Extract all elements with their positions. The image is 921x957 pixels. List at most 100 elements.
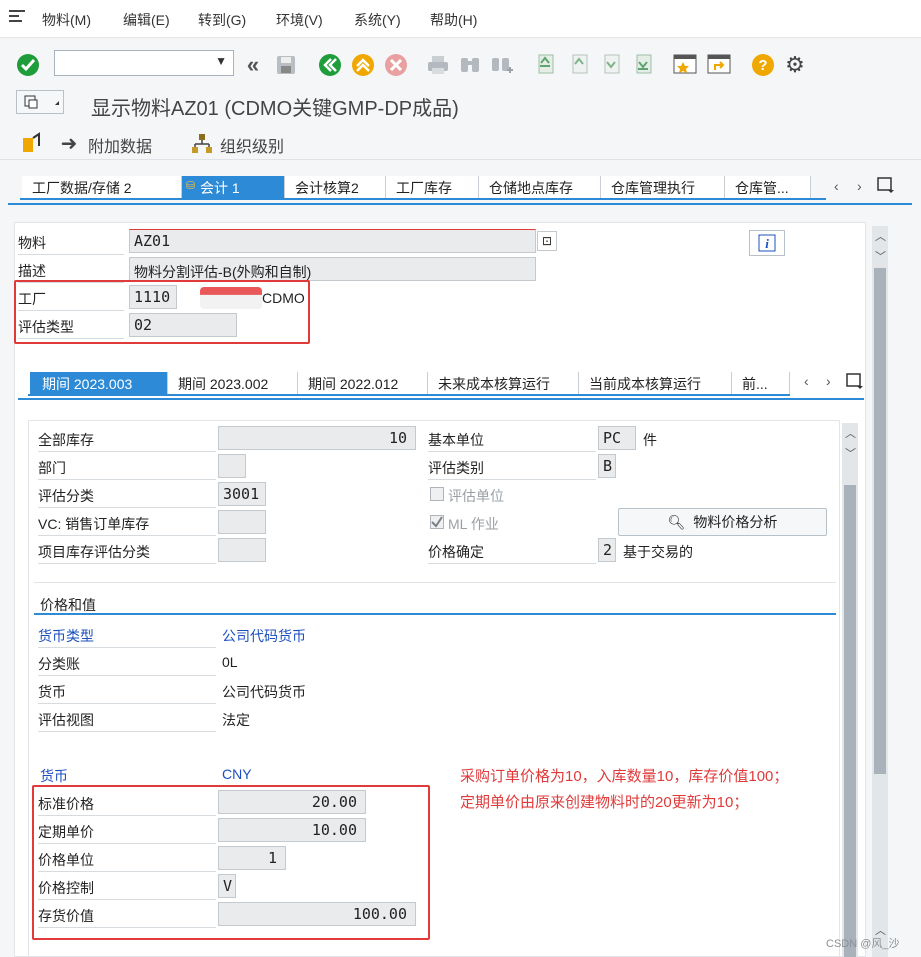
valuation-category-label: 评估类别 <box>428 454 596 480</box>
info-icon[interactable]: i <box>749 230 785 256</box>
additional-data-button[interactable]: 附加数据 <box>88 133 152 157</box>
outer-scroll-down-icon[interactable]: ﹀ <box>875 248 886 264</box>
find-next-icon[interactable] <box>490 53 514 77</box>
outer-scrollbar[interactable] <box>872 226 888 957</box>
base-unit-field: PC <box>598 426 636 450</box>
title-menu-icon[interactable] <box>16 90 64 114</box>
arrow-right-icon[interactable]: ➜ <box>57 131 81 155</box>
tab-period-2023-002[interactable]: 期间 2023.002 <box>168 372 298 394</box>
tab-previous[interactable]: 前... <box>732 372 790 394</box>
tab-future-costing[interactable]: 未来成本核算运行 <box>428 372 579 394</box>
division-field[interactable] <box>218 454 246 478</box>
material-price-analysis-label: 物料价格分析 <box>693 514 778 530</box>
enter-check-icon[interactable] <box>16 53 40 77</box>
total-stock-label: 全部库存 <box>38 426 216 452</box>
tab-scroll-left-icon[interactable]: ‹ <box>834 178 839 194</box>
tab-current-costing[interactable]: 当前成本核算运行 <box>579 372 732 394</box>
tab-plant-stock[interactable]: 工厂库存 <box>386 176 479 198</box>
price-determination-field: 2 <box>598 538 616 562</box>
first-page-icon[interactable] <box>532 53 556 77</box>
last-page-icon[interactable] <box>630 53 654 77</box>
price-determination-label: 价格确定 <box>428 538 596 564</box>
valuation-view-label: 评估视图 <box>38 706 216 732</box>
help-icon[interactable]: ? <box>751 53 775 77</box>
previous-page-icon[interactable] <box>566 53 590 77</box>
tab-costing-2[interactable]: 会计核算2 <box>285 176 386 198</box>
org-assign-icon[interactable] <box>20 131 44 155</box>
prices-section-line <box>34 613 836 615</box>
menu-item-material[interactable]: 物料(M) <box>42 10 91 30</box>
currency-column-value: CNY <box>222 766 252 782</box>
project-stock-val-class-field[interactable] <box>218 538 266 562</box>
tab-list-icon[interactable] <box>876 176 896 194</box>
prices-section-title: 价格和值 <box>40 597 96 613</box>
tab-storage-location-stock[interactable]: 仓储地点库存 <box>479 176 601 198</box>
material-price-analysis-button[interactable]: 🔍︎ 物料价格分析 <box>618 508 827 536</box>
period-tab-left-icon[interactable]: ‹ <box>804 373 809 389</box>
next-page-icon[interactable] <box>598 53 622 77</box>
valuation-class-field[interactable]: 3001 <box>218 482 266 506</box>
menu-icon[interactable] <box>9 9 25 23</box>
base-unit-text: 件 <box>643 432 657 448</box>
tab-warehouse-more[interactable]: 仓库管... <box>725 176 811 198</box>
period-tab-right-icon[interactable]: › <box>826 373 831 389</box>
currency-type-value: 公司代码货币 <box>222 628 306 644</box>
highlight-box-header <box>14 280 310 344</box>
menu-item-goto[interactable]: 转到(G) <box>198 10 246 30</box>
currency-column-label: 货币 <box>40 768 68 784</box>
command-field[interactable]: ▼ <box>54 50 234 76</box>
vc-sales-order-stock-label: VC: 销售订单库存 <box>38 510 216 536</box>
tab-accounting-1-label: 会计 1 <box>200 180 240 196</box>
inner-scroll-down-icon[interactable]: ﹀ <box>845 445 856 461</box>
tab-scroll-right-icon[interactable]: › <box>857 178 862 194</box>
shortcut-icon[interactable] <box>706 53 732 77</box>
chevron-down-icon[interactable]: ▼ <box>215 54 227 68</box>
annotation-line-1: 采购订单价格为10，入库数量10，库存价值100； <box>460 768 789 785</box>
material-field[interactable]: AZ01 <box>129 229 536 253</box>
valuation-unit-checkbox[interactable] <box>430 487 444 501</box>
outer-scrollbar-thumb[interactable] <box>874 268 886 774</box>
tab-period-2023-003[interactable]: 期间 2023.003 <box>30 372 168 394</box>
tab-plant-data-storage-2[interactable]: 工厂数据/存储 2 <box>22 176 182 198</box>
exit-icon[interactable] <box>351 53 375 77</box>
period-tab-underline <box>18 398 864 400</box>
find-icon[interactable] <box>458 53 482 77</box>
division-label: 部门 <box>38 454 216 480</box>
menu-item-system[interactable]: 系统(Y) <box>354 10 401 30</box>
org-levels-button[interactable]: 组织级别 <box>220 133 284 157</box>
tab-period-2022-012[interactable]: 期间 2022.012 <box>298 372 428 394</box>
annotation-line-2: 定期单价由原来创建物料时的20更新为10； <box>460 794 749 811</box>
new-session-icon[interactable] <box>672 53 698 77</box>
inner-scrollbar-thumb[interactable] <box>844 485 856 957</box>
org-levels-icon[interactable] <box>190 131 214 155</box>
valuation-unit-label: 评估单位 <box>448 488 504 504</box>
tab-warehouse-mgmt-exec[interactable]: 仓库管理执行 <box>601 176 725 198</box>
tab-strip-underline <box>8 203 912 205</box>
vc-sales-order-stock-field[interactable] <box>218 510 266 534</box>
ml-active-checkbox[interactable] <box>430 515 444 529</box>
menu-item-environment[interactable]: 环境(V) <box>276 10 323 30</box>
material-label: 物料 <box>18 229 124 255</box>
menu-item-edit[interactable]: 编辑(E) <box>123 10 170 30</box>
outer-scroll-up-icon[interactable]: ︿ <box>875 228 886 244</box>
tab-accounting-1[interactable]: ⛁ 会计 1 <box>182 176 285 198</box>
back-icon[interactable] <box>318 53 342 77</box>
ledger-value: 0L <box>222 654 238 670</box>
currency-type-label: 货币类型 <box>38 622 216 648</box>
settings-gear-icon[interactable]: ⚙ <box>783 52 807 77</box>
inner-scroll-up-icon[interactable]: ︿ <box>845 425 856 441</box>
material-detail-icon[interactable]: ⊡ <box>537 231 557 251</box>
inner-scrollbar[interactable] <box>842 423 858 957</box>
general-group-bottom-border <box>34 582 836 583</box>
description-field: 物料分割评估-B(外购和自制) <box>129 257 536 281</box>
period-tab-list-icon[interactable] <box>845 372 865 390</box>
menu-item-help[interactable]: 帮助(H) <box>430 10 477 30</box>
collapse-double-left-icon[interactable]: « <box>242 52 264 77</box>
save-icon[interactable] <box>274 53 298 77</box>
print-icon[interactable] <box>426 53 450 77</box>
valuation-view-value: 法定 <box>222 712 250 728</box>
cancel-icon[interactable] <box>384 53 408 77</box>
base-unit-label: 基本单位 <box>428 426 596 452</box>
watermark-text: CSDN @风_沙 <box>826 938 900 950</box>
valuation-class-label: 评估分类 <box>38 482 216 508</box>
